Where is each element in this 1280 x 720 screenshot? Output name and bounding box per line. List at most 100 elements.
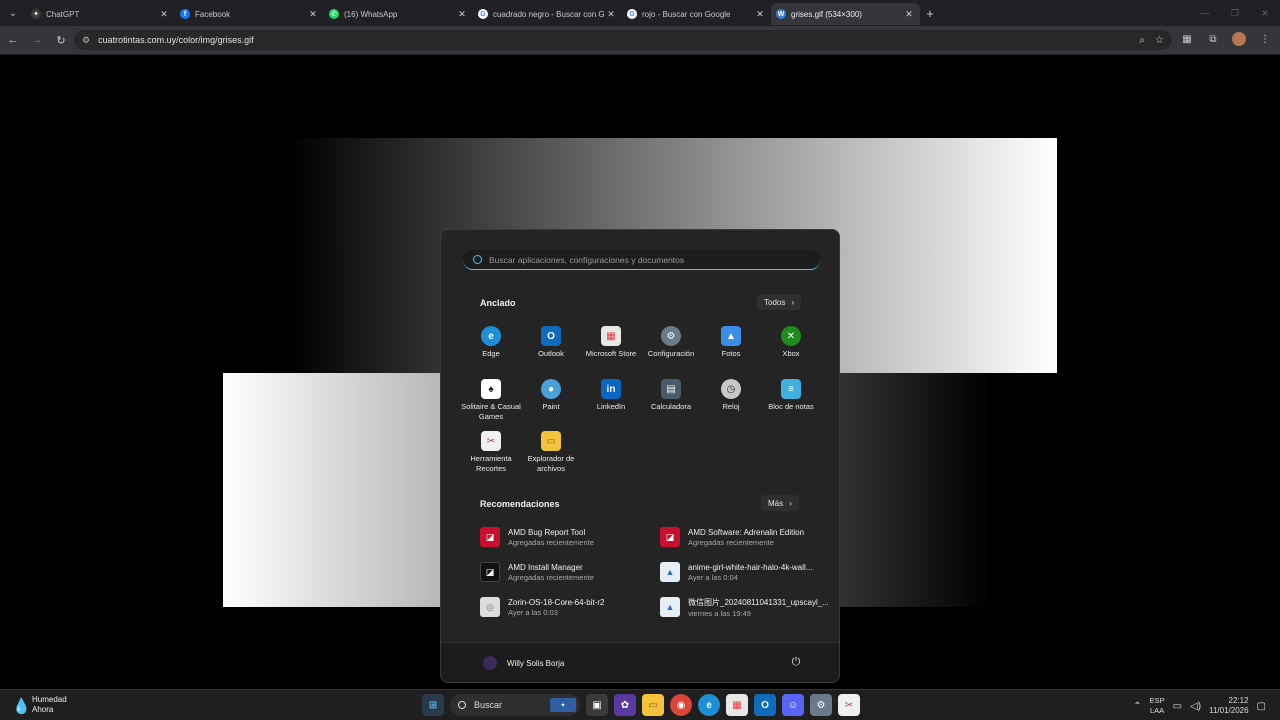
app-notepad[interactable]: ≡ Bloc de notas — [761, 379, 821, 412]
system-tray: ⌃ ESP LAA ▭ ◁) 22:12 11/01/2026 ▢ — [1133, 696, 1266, 716]
site-info-icon[interactable]: ⚙ — [82, 35, 90, 46]
app-paint[interactable]: ● Paint — [521, 379, 581, 412]
amd-icon: ◪ — [480, 562, 500, 582]
bookmark-star-icon[interactable]: ☆ — [1155, 35, 1164, 46]
notifications-icon[interactable]: ▢ — [1257, 701, 1266, 712]
search-icon — [473, 255, 482, 264]
outlook-icon[interactable]: O — [754, 694, 776, 716]
profile-avatar-icon[interactable] — [1230, 30, 1248, 48]
linkedin-icon: in — [601, 379, 621, 399]
google-icon: G — [478, 9, 488, 19]
rec-item[interactable]: ◪ AMD Bug Report Tool Agregadas recientem… — [480, 523, 650, 551]
rec-item[interactable]: ◪ AMD Software: Adrenalin Edition Agregad… — [660, 523, 830, 551]
tab-facebook[interactable]: f Facebook ✕ — [175, 3, 324, 25]
rec-item[interactable]: ▲ anime-girl-white-hair-halo-4k-wall... A… — [660, 558, 830, 586]
rec-sub: Agregadas recientemente — [508, 537, 594, 547]
file-explorer-icon[interactable]: ▭ — [642, 694, 664, 716]
close-icon[interactable]: ✕ — [306, 9, 320, 20]
rec-sub: viernes a las 19:49 — [688, 608, 751, 618]
back-icon[interactable]: ← — [2, 29, 24, 51]
xbox-icon: ✕ — [781, 326, 801, 346]
taskbar: 💧 Humedad Ahora ⊞ Buscar ✦ ▣ ✿ ▭ ◉ e ▦ O… — [0, 689, 1280, 720]
tab-groups-icon[interactable]: ▦ — [1178, 30, 1196, 48]
network-icon[interactable]: ▭ — [1173, 701, 1182, 712]
weather-widget[interactable]: 💧 Humedad Ahora — [12, 695, 67, 715]
humidity-drop-icon: 💧 — [12, 698, 31, 715]
minimize-icon[interactable]: — — [1190, 8, 1220, 18]
task-view-icon[interactable]: ▣ — [586, 694, 608, 716]
taskbar-search-label: Buscar — [474, 700, 503, 710]
tab-whatsapp[interactable]: ✆ (16) WhatsApp ✕ — [324, 3, 473, 25]
rec-name: 微信图片_20240811041331_upscayl_... — [688, 597, 828, 607]
chevron-up-icon[interactable]: ⌃ — [1133, 701, 1141, 712]
tab-label: cuadrado negro - Buscar con Google — [493, 9, 604, 19]
copilot-icon[interactable]: ✿ — [614, 694, 636, 716]
app-label: Reloj — [722, 402, 740, 411]
close-icon[interactable]: ✕ — [902, 9, 916, 20]
maximize-icon[interactable]: ❐ — [1220, 8, 1250, 19]
browser-menu-icon[interactable]: ⋮ — [1256, 30, 1274, 48]
taskbar-search[interactable]: Buscar ✦ — [450, 694, 580, 716]
snipping-icon[interactable]: ✂ — [838, 694, 860, 716]
start-search-input[interactable]: Buscar aplicaciones, configuraciones y d… — [463, 250, 820, 270]
app-photos[interactable]: ▲ Fotos — [701, 326, 761, 359]
language-indicator[interactable]: ESP LAA — [1150, 696, 1165, 716]
volume-icon[interactable]: ◁) — [1190, 701, 1201, 712]
chatgpt-icon: ✦ — [31, 9, 41, 19]
user-name: Willy Solis Borja — [507, 658, 565, 668]
rec-item[interactable]: ◎ Zorin-OS-18-Core-64-bit-r2 Ayer a las 0… — [480, 593, 650, 621]
window-close-icon[interactable]: ✕ — [1250, 8, 1280, 19]
clock-icon: ◷ — [721, 379, 741, 399]
tab-google-cuadrado[interactable]: G cuadrado negro - Buscar con Google ✕ — [473, 3, 622, 25]
user-account[interactable]: Willy Solis Borja — [483, 656, 564, 670]
app-xbox[interactable]: ✕ Xbox — [761, 326, 821, 359]
image-file-icon: ▲ — [660, 597, 680, 617]
forward-icon[interactable]: → — [26, 29, 48, 51]
settings-icon[interactable]: ⚙ — [810, 694, 832, 716]
app-file-explorer[interactable]: ▭ Explorador de archivos — [521, 431, 581, 474]
edge-icon[interactable]: e — [698, 694, 720, 716]
app-solitaire[interactable]: ♠ Solitaire & Casual Games — [461, 379, 521, 422]
rec-item[interactable]: ▲ 微信图片_20240811041331_upscayl_... viernes… — [660, 593, 830, 621]
rec-item[interactable]: ◪ AMD Install Manager Agregadas recientem… — [480, 558, 650, 586]
lang-bottom: LAA — [1150, 706, 1165, 715]
tab-grises[interactable]: W grises.gif (534×300) ✕ — [771, 3, 920, 25]
app-snipping-tool[interactable]: ✂ Herramienta Recortes — [461, 431, 521, 474]
app-clock[interactable]: ◷ Reloj — [701, 379, 761, 412]
discord-icon[interactable]: ☺ — [782, 694, 804, 716]
whatsapp-icon: ✆ — [329, 9, 339, 19]
reload-icon[interactable]: ↻ — [50, 29, 72, 51]
close-icon[interactable]: ✕ — [753, 9, 767, 20]
close-icon[interactable]: ✕ — [604, 9, 618, 20]
wordpress-icon: W — [776, 9, 786, 19]
weather-sub: Ahora — [32, 705, 54, 714]
new-tab-button[interactable]: + — [920, 6, 940, 21]
toolbar-actions: ▦ ⧉ ⋮ — [1178, 30, 1274, 48]
more-recommendations-button[interactable]: Más › — [761, 495, 799, 511]
app-settings[interactable]: ⚙ Configuración — [641, 326, 701, 359]
app-outlook[interactable]: O Outlook — [521, 326, 581, 359]
tab-chatgpt[interactable]: ✦ ChatGPT ✕ — [26, 3, 175, 25]
all-apps-button[interactable]: Todos › — [757, 294, 802, 310]
address-bar[interactable]: ⚙ cuatrotintas.com.uy/color/img/grises.g… — [74, 30, 1172, 50]
extensions-icon[interactable]: ⧉ — [1204, 30, 1222, 48]
chrome-icon[interactable]: ◉ — [670, 694, 692, 716]
power-icon[interactable]: ⏻ — [789, 655, 803, 669]
edge-icon: e — [481, 326, 501, 346]
app-microsoft-store[interactable]: ▦ Microsoft Store — [581, 326, 641, 359]
clock[interactable]: 22:12 11/01/2026 — [1209, 696, 1248, 716]
app-edge[interactable]: e Edge — [461, 326, 521, 359]
tab-search-icon[interactable]: ⌄ — [0, 0, 26, 26]
app-label: Outlook — [538, 349, 564, 358]
windows-start-icon[interactable]: ⊞ — [422, 694, 444, 716]
app-calculator[interactable]: ▤ Calculadora — [641, 379, 701, 412]
clock-time: 22:12 — [1228, 696, 1249, 705]
tab-google-rojo[interactable]: G rojo - Buscar con Google ✕ — [622, 3, 771, 25]
app-linkedin[interactable]: in LinkedIn — [581, 379, 641, 412]
close-icon[interactable]: ✕ — [455, 9, 469, 20]
rec-name: AMD Install Manager — [508, 562, 583, 572]
store-icon[interactable]: ▦ — [726, 694, 748, 716]
close-icon[interactable]: ✕ — [157, 9, 171, 20]
zoom-icon[interactable]: ⌕ — [1139, 35, 1145, 46]
amd-icon: ◪ — [480, 527, 500, 547]
